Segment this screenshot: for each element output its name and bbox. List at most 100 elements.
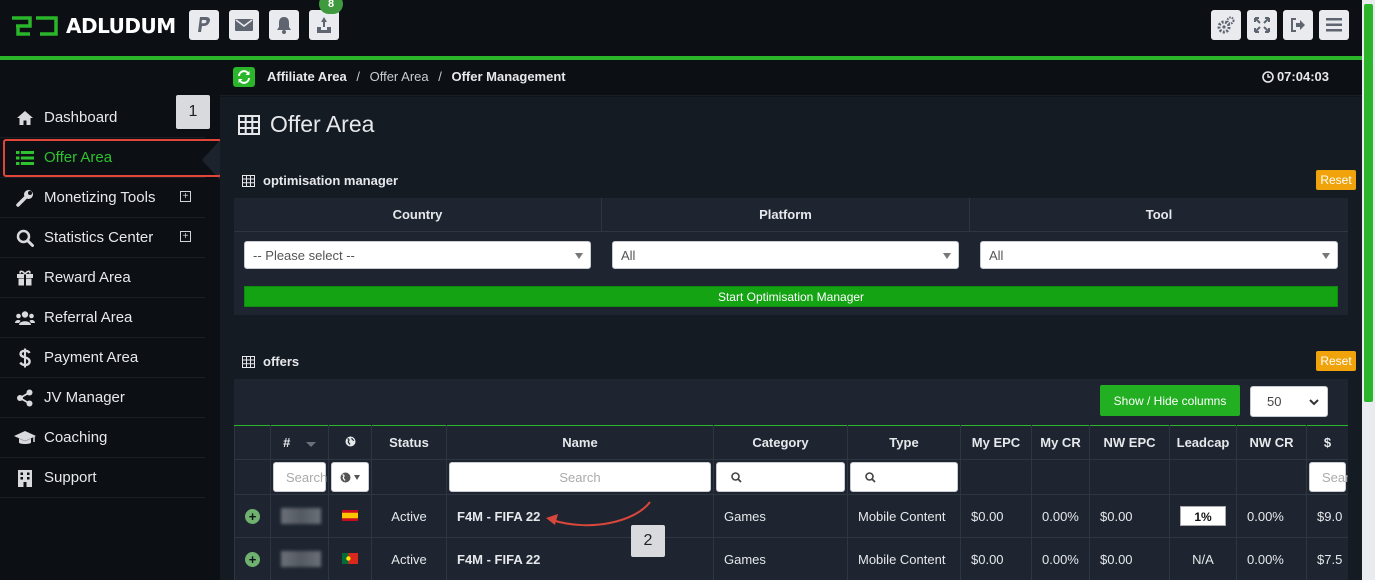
table-row[interactable]: + Active F4M - FIFA 22 Games Mobile Cont… [234, 494, 1348, 538]
column-header-category[interactable]: Category [713, 425, 848, 460]
mail-button[interactable] [229, 10, 259, 40]
column-header-status[interactable]: Status [371, 425, 447, 460]
type-cell: Mobile Content [847, 494, 961, 538]
column-header-country[interactable] [328, 425, 372, 460]
refresh-button[interactable] [233, 67, 255, 87]
type-search-input[interactable] [850, 462, 958, 492]
gift-icon [14, 267, 36, 289]
sidebar-item-statistics-center[interactable]: Statistics Center + [0, 218, 205, 258]
column-header-id[interactable]: # [270, 425, 329, 460]
name-search-input[interactable]: Search [449, 462, 711, 492]
column-header-nw-epc[interactable]: NW EPC [1089, 425, 1170, 460]
offers-reset-button[interactable]: Reset [1316, 351, 1356, 371]
category-cell: Games [713, 537, 848, 580]
users-icon [14, 307, 36, 329]
sidebar-item-label: Referral Area [44, 309, 133, 326]
logo-mark-icon [12, 16, 58, 36]
column-header-id-label: # [283, 435, 291, 450]
country-filter-select[interactable] [331, 462, 369, 492]
sidebar-item-referral-area[interactable]: Referral Area [0, 298, 205, 338]
chevron-down-icon [354, 474, 360, 480]
column-header-payout[interactable]: $ [1306, 425, 1348, 460]
id-search-input[interactable]: Search [273, 462, 327, 492]
step-1-badge: 1 [176, 95, 210, 129]
country-select-value: -- Please select -- [253, 247, 355, 263]
wrench-icon [14, 187, 36, 209]
globe-icon [340, 472, 351, 482]
redacted-id [281, 551, 321, 568]
sidebar-item-reward-area[interactable]: Reward Area [0, 258, 205, 298]
payout-search-input[interactable]: Search [1309, 462, 1348, 492]
filter-cell-empty [1031, 459, 1090, 495]
expand-row-icon[interactable]: + [245, 508, 260, 524]
leadcap-cell: N/A [1169, 537, 1237, 580]
start-optimisation-button[interactable]: Start Optimisation Manager [244, 286, 1338, 307]
page-size-value: 50 [1267, 394, 1282, 409]
my-epc-cell: $0.00 [960, 537, 1032, 580]
my-cr-cell: 0.00% [1031, 537, 1090, 580]
scrollbar-thumb[interactable] [1364, 4, 1373, 402]
column-header-type[interactable]: Type [847, 425, 961, 460]
show-hide-columns-button[interactable]: Show / Hide columns [1100, 385, 1240, 416]
platform-select-value: All [621, 247, 636, 263]
filter-cell-country [328, 459, 372, 495]
expand-icon[interactable]: + [180, 231, 191, 242]
column-header-my-epc[interactable]: My EPC [960, 425, 1032, 460]
globe-icon [345, 436, 355, 447]
settings-button[interactable] [1211, 10, 1241, 40]
fullscreen-button[interactable] [1247, 10, 1277, 40]
expand-icon[interactable]: + [180, 191, 191, 202]
table-row[interactable]: + Active F4M - FIFA 22 Games Mobile Cont… [234, 537, 1348, 580]
sidebar: Dashboard Offer Area Monetizing Tools + … [0, 60, 220, 580]
offer-name-cell[interactable]: F4M - FIFA 22 [446, 537, 714, 580]
paypal-icon [198, 17, 210, 32]
portugal-flag-icon [342, 552, 358, 564]
breadcrumb-mid[interactable]: Offer Area [370, 69, 429, 84]
sidebar-item-jv-manager[interactable]: JV Manager [0, 378, 205, 418]
country-select[interactable]: -- Please select -- [244, 241, 591, 269]
table-header-row: # Status Name Category Type My EPC My CR… [234, 425, 1348, 460]
platform-select[interactable]: All [612, 241, 959, 269]
status-cell: Active [371, 537, 447, 580]
clock-time: 07:04:03 [1276, 69, 1329, 84]
status-cell: Active [371, 494, 447, 538]
sidebar-item-monetizing-tools[interactable]: Monetizing Tools + [0, 178, 205, 218]
paypal-button[interactable] [189, 10, 219, 40]
building-icon [14, 467, 36, 489]
page-size-select[interactable]: 50 [1250, 386, 1328, 417]
chevron-down-icon [575, 253, 583, 259]
category-search-input[interactable] [716, 462, 845, 492]
leadcap-cell: 1% [1169, 494, 1237, 538]
inbox-button[interactable] [309, 10, 339, 40]
column-header-my-cr[interactable]: My CR [1031, 425, 1090, 460]
spain-flag-icon [342, 509, 358, 521]
column-header-leadcap[interactable]: Leadcap [1169, 425, 1237, 460]
main-menu-button[interactable] [1319, 10, 1349, 40]
logout-button[interactable] [1283, 10, 1313, 40]
breadcrumb: Affiliate Area / Offer Area / Offer Mana… [220, 60, 1362, 96]
sidebar-item-payment-area[interactable]: Payment Area [0, 338, 205, 378]
breadcrumb-root[interactable]: Affiliate Area [267, 69, 347, 84]
sidebar-item-dashboard[interactable]: Dashboard [0, 98, 205, 138]
sidebar-item-coaching[interactable]: Coaching [0, 418, 205, 458]
clock-icon [1262, 70, 1274, 83]
column-header-nw-cr[interactable]: NW CR [1236, 425, 1307, 460]
expand-cell: + [234, 494, 271, 538]
filter-cell-id: Search [270, 459, 329, 495]
expand-row-icon[interactable]: + [245, 551, 260, 567]
sidebar-item-support[interactable]: Support [0, 458, 205, 498]
settings-icon [1217, 16, 1235, 34]
column-header-name[interactable]: Name [446, 425, 714, 460]
logo[interactable]: ADLUDUM [10, 14, 176, 38]
page-title-text: Offer Area [270, 111, 375, 137]
page-scrollbar[interactable] [1362, 0, 1375, 580]
tool-select[interactable]: All [980, 241, 1338, 269]
optimisation-reset-button[interactable]: Reset [1316, 170, 1356, 190]
menu-icon [1326, 18, 1342, 32]
mail-icon [235, 19, 253, 31]
sidebar-item-label: Statistics Center [44, 229, 154, 246]
graduation-cap-icon [14, 427, 36, 449]
column-header-expand [234, 425, 271, 460]
notifications-button[interactable] [269, 10, 299, 40]
dollar-icon [14, 347, 36, 369]
